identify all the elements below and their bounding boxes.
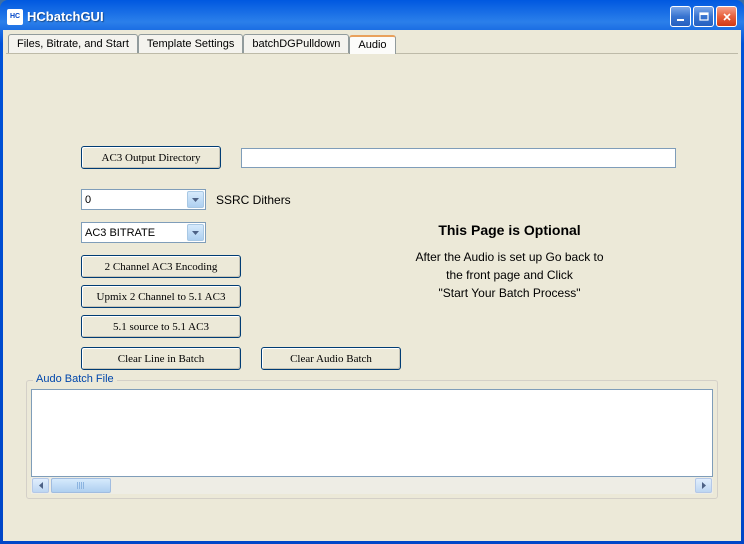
close-button[interactable] [716, 6, 737, 27]
ssrc-dithers-value: 0 [85, 194, 91, 206]
minimize-button[interactable] [670, 6, 691, 27]
clear-line-in-batch-button[interactable]: Clear Line in Batch [81, 347, 241, 370]
51-source-to-51-button[interactable]: 5.1 source to 5.1 AC3 [81, 315, 241, 338]
tab-strip: Files, Bitrate, and Start Template Setti… [8, 34, 396, 53]
window-controls [670, 6, 737, 27]
optional-text-3: "Start Your Batch Process" [341, 284, 678, 302]
tab-template-settings[interactable]: Template Settings [138, 34, 243, 53]
app-icon: HC [7, 9, 23, 25]
app-window: HC HCbatchGUI Files, Bitrate, and Start … [0, 0, 744, 544]
chevron-down-icon [187, 191, 204, 208]
optional-heading: This Page is Optional [341, 222, 678, 238]
audio-batch-file-group: Audo Batch File [26, 380, 718, 499]
ac3-output-directory-button[interactable]: AC3 Output Directory [81, 146, 221, 169]
optional-text-2: the front page and Click [341, 266, 678, 284]
ssrc-dithers-combo[interactable]: 0 [81, 189, 206, 210]
tab-files-bitrate-start[interactable]: Files, Bitrate, and Start [8, 34, 138, 53]
scroll-right-button[interactable] [695, 478, 712, 493]
audio-batch-listbox[interactable] [31, 389, 713, 477]
maximize-button[interactable] [693, 6, 714, 27]
tab-audio[interactable]: Audio [349, 35, 395, 54]
scroll-thumb[interactable] [51, 478, 111, 493]
audio-panel: AC3 Output Directory 0 SSRC Dithers [6, 53, 738, 538]
optional-text-1: After the Audio is set up Go back to [341, 248, 678, 266]
ac3-output-directory-input[interactable] [241, 148, 676, 168]
chevron-down-icon [187, 224, 204, 241]
ssrc-dithers-label: SSRC Dithers [216, 193, 291, 207]
window-title: HCbatchGUI [27, 9, 670, 24]
scroll-left-button[interactable] [32, 478, 49, 493]
clear-audio-batch-button[interactable]: Clear Audio Batch [261, 347, 401, 370]
ac3-bitrate-combo[interactable]: AC3 BITRATE [81, 222, 206, 243]
ac3-bitrate-value: AC3 BITRATE [85, 227, 155, 239]
tab-batchdgpulldown[interactable]: batchDGPulldown [243, 34, 349, 53]
client-area: Files, Bitrate, and Start Template Setti… [3, 30, 741, 541]
audio-batch-file-label: Audo Batch File [33, 373, 117, 385]
two-channel-ac3-button[interactable]: 2 Channel AC3 Encoding [81, 255, 241, 278]
upmix-2ch-to-51-button[interactable]: Upmix 2 Channel to 5.1 AC3 [81, 285, 241, 308]
titlebar[interactable]: HC HCbatchGUI [3, 3, 741, 30]
horizontal-scrollbar[interactable] [31, 477, 713, 494]
